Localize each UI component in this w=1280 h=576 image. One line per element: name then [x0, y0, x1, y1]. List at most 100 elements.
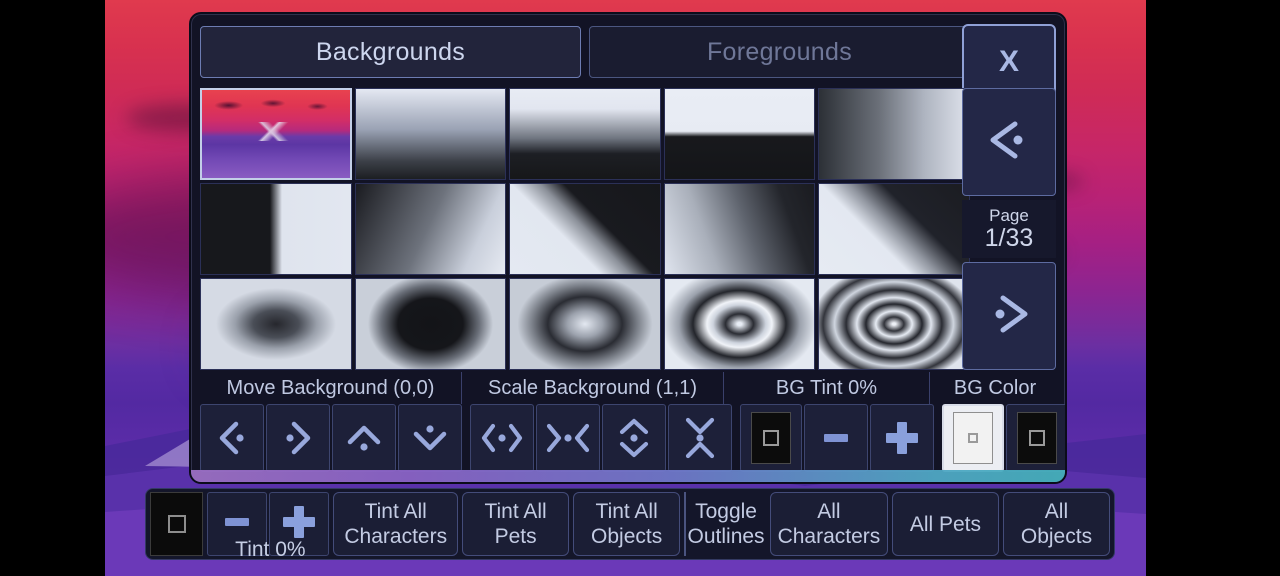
tint-stepper: Tint 0% — [207, 492, 330, 561]
letterbox-left — [0, 0, 105, 576]
label-line-1: All — [817, 500, 841, 523]
label-line-2: Characters — [344, 525, 448, 548]
bg-tint-increase-button[interactable] — [870, 404, 934, 472]
button-label: Tint All Objects — [591, 499, 662, 549]
bg-tint-label: BG Tint 0% — [724, 372, 930, 404]
tint-decrease-button[interactable] — [207, 492, 268, 556]
expand-horizontal-icon — [477, 418, 527, 458]
tint-all-objects-button[interactable]: Tint All Objects — [573, 492, 681, 556]
thumbnail-background-radial-light-center[interactable] — [509, 278, 661, 370]
bg-color-black-chip — [1017, 412, 1057, 464]
label-line-1: All — [1044, 500, 1069, 523]
game-screen: Backgrounds Foregrounds X Page 1/33 Move… — [0, 0, 1280, 576]
chevron-up-dot-icon — [342, 418, 386, 458]
move-right-button[interactable] — [266, 404, 330, 472]
label-line-1: Tint All — [484, 500, 547, 523]
label-line-1: Toggle — [695, 500, 757, 523]
swatch-inner-marker — [167, 515, 186, 533]
collapse-horizontal-icon — [543, 418, 593, 458]
page-indicator: Page 1/33 — [962, 200, 1056, 258]
move-up-button[interactable] — [332, 404, 396, 472]
thumbnail-background-gradient-horizontal[interactable] — [818, 88, 970, 180]
thumbnail-background-gradient-horizon-hard[interactable] — [663, 88, 816, 180]
background-picker-panel: Backgrounds Foregrounds X Page 1/33 Move… — [189, 12, 1067, 484]
scale-background-label: Scale Background (1,1) — [462, 372, 724, 404]
label-line-2: Objects — [591, 525, 663, 548]
label-line-1: Tint All — [595, 500, 658, 523]
plus-icon — [880, 416, 924, 460]
thumbnail-background-split-vertical[interactable] — [200, 183, 352, 275]
thumbnail-background-radial-ellipse-dark[interactable] — [354, 278, 507, 370]
bg-color-white-swatch[interactable] — [942, 404, 1004, 472]
tint-all-characters-button[interactable]: Tint All Characters — [333, 492, 459, 556]
tint-swatch[interactable] — [150, 492, 204, 556]
thumbnail-background-gradient-diagonal-soft[interactable] — [354, 183, 507, 275]
toggle-outlines-button[interactable]: Toggle Outlines — [684, 492, 766, 556]
previous-page-button[interactable] — [962, 88, 1056, 196]
tab-foregrounds[interactable]: Foregrounds — [589, 26, 970, 78]
label-line-1: Tint All — [364, 500, 427, 523]
button-label: Toggle Outlines — [688, 499, 765, 549]
all-objects-button[interactable]: All Objects — [1002, 492, 1110, 556]
bg-color-label: BG Color — [953, 376, 1037, 399]
panel-accent-strip — [191, 470, 1065, 482]
all-characters-button[interactable]: All Characters — [769, 492, 888, 556]
swatch-inner-marker — [1029, 430, 1045, 446]
pagination-controls: Page 1/33 — [962, 88, 1056, 370]
button-label: Tint All Pets — [484, 499, 546, 549]
tint-all-pets-button[interactable]: Tint All Pets — [462, 492, 570, 556]
all-pets-button[interactable]: All Pets — [891, 492, 999, 556]
expand-vertical-icon — [612, 414, 656, 462]
background-control-bar: Move Background (0,0) Scale Background (… — [200, 372, 1065, 476]
thumbnail-background-radial-dark-center[interactable] — [200, 278, 352, 370]
minus-icon — [816, 418, 856, 458]
button-label: All Characters — [778, 499, 881, 549]
bg-tint-swatch[interactable] — [740, 404, 802, 472]
control-buttons — [200, 404, 1065, 476]
bg-tint-decrease-button[interactable] — [804, 404, 868, 472]
tint-increase-button[interactable] — [269, 492, 330, 556]
thumbnail-background-gradient-diagonal-wide[interactable] — [663, 183, 816, 275]
label-line-2: Outlines — [687, 525, 765, 548]
bg-tint-swatch-color — [751, 412, 791, 464]
label-line-2: Characters — [777, 525, 881, 548]
thumbnail-background-radial-rings-two[interactable] — [663, 278, 816, 370]
next-page-button[interactable] — [962, 262, 1056, 370]
bg-color-white-chip — [953, 412, 993, 464]
scale-button-group — [470, 404, 732, 472]
button-label: All Objects — [1021, 499, 1092, 549]
scale-shorter-button[interactable] — [668, 404, 732, 472]
minus-icon — [217, 502, 257, 547]
chevron-left-dot-icon — [981, 118, 1037, 167]
letterbox-right — [1146, 0, 1280, 576]
thumbnail-background-diagonal-wedge-down[interactable] — [818, 183, 970, 275]
scale-narrower-button[interactable] — [536, 404, 600, 472]
label-line-2: Objects — [1020, 525, 1093, 548]
tab-bar: Backgrounds Foregrounds — [200, 26, 970, 78]
button-label: All Pets — [909, 512, 982, 536]
plus-icon — [277, 500, 321, 549]
thumbnail-background-radial-rings-three[interactable] — [818, 278, 970, 370]
move-button-group — [200, 404, 462, 472]
swatch-inner-marker — [763, 430, 779, 446]
button-label: Tint All Characters — [344, 499, 447, 549]
scale-wider-button[interactable] — [470, 404, 534, 472]
bottom-toolbar: Tint 0% Tint All Characters Tint All Pet… — [145, 488, 1115, 561]
chevron-right-dot-icon — [276, 418, 320, 458]
move-left-button[interactable] — [200, 404, 264, 472]
page-value: 1/33 — [984, 224, 1034, 252]
thumbnail-background-gradient-vertical-mid[interactable] — [509, 88, 661, 180]
bg-color-group — [942, 404, 1065, 472]
chevron-down-dot-icon — [408, 418, 452, 458]
page-label: Page — [989, 206, 1029, 225]
thumbnail-background-scene-sunset-mountains[interactable] — [200, 88, 352, 180]
scale-taller-button[interactable] — [602, 404, 666, 472]
move-down-button[interactable] — [398, 404, 462, 472]
collapse-vertical-icon — [678, 414, 722, 462]
swatch-inner-marker — [968, 433, 978, 443]
thumbnail-background-gradient-vertical-soft[interactable] — [354, 88, 507, 180]
bg-color-black-swatch[interactable] — [1006, 404, 1065, 472]
tab-backgrounds[interactable]: Backgrounds — [200, 26, 581, 78]
thumbnail-background-diagonal-wedge-up[interactable] — [509, 183, 661, 275]
label-line-2: Pets — [494, 525, 537, 548]
